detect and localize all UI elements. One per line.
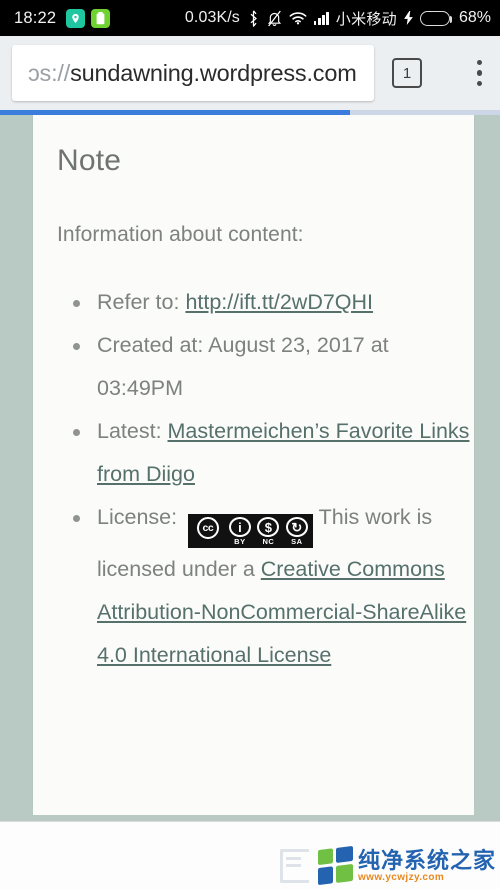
battery-icon	[419, 10, 453, 26]
list-item-license: License: cc i BY $ NC ↻ SA This work is …	[73, 496, 474, 677]
signal-bars-icon	[313, 11, 329, 25]
overflow-menu-icon[interactable]	[476, 59, 482, 87]
status-clock: 18:22	[14, 8, 57, 27]
info-list: Refer to: http://ift.tt/2wD7QHI Created …	[57, 281, 474, 677]
battery-saver-badge-icon	[91, 8, 111, 28]
bell-muted-icon	[267, 10, 282, 27]
cc-sa-icon: ↻	[285, 517, 308, 538]
watermark-ghost-icon	[279, 847, 312, 883]
cc-cell-sa: ↻ SA	[283, 516, 311, 546]
bluetooth-icon	[247, 9, 260, 27]
charging-bolt-icon	[404, 11, 413, 25]
watermark-site-name: 纯净系统之家	[357, 847, 496, 873]
cc-circle-icon: cc	[196, 517, 219, 540]
url-bar[interactable]: ɔs://sundawning.wordpress.com	[12, 45, 374, 101]
phone-screen: 18:22 0.03K/s 小米移动 68% ɔs://sundawning.w…	[0, 0, 500, 889]
license-label: License:	[97, 505, 184, 529]
note-card-foot	[33, 806, 474, 815]
status-right-icons: 0.03K/s 小米移动 68%	[185, 8, 491, 29]
cc-by-label: BY	[234, 537, 246, 547]
list-item-latest: Latest: Mastermeichen’s Favorite Links f…	[73, 410, 474, 496]
note-card: Note Information about content: Refer to…	[33, 115, 474, 821]
url-scheme: ɔs://	[28, 59, 71, 86]
refer-link[interactable]: http://ift.tt/2wD7QHI	[185, 290, 373, 314]
watermark-logo: 纯净系统之家 www.ycwjzy.com	[317, 845, 496, 886]
cc-cell-main: cc	[190, 516, 226, 546]
status-left-icons	[66, 8, 111, 28]
tab-count-label: 1	[402, 64, 412, 82]
cc-sa-label: SA	[291, 537, 303, 547]
watermark: 纯净系统之家 www.ycwjzy.com	[279, 845, 496, 886]
url-host: sundawning.wordpress.com	[70, 59, 357, 86]
cc-by-nc-sa-badge-icon[interactable]: cc i BY $ NC ↻ SA	[188, 514, 314, 549]
windows-flag-icon	[317, 845, 353, 886]
created-label: Created at: August 23, 2017 at 03:49PM	[97, 333, 389, 400]
refer-label: Refer to:	[97, 290, 186, 314]
note-content: Note Information about content: Refer to…	[33, 115, 474, 677]
intro-paragraph: Information about content:	[57, 223, 304, 246]
web-page-viewport[interactable]: Note Information about content: Refer to…	[0, 115, 500, 821]
latest-label: Latest:	[97, 419, 168, 443]
cc-nc-icon: $	[257, 517, 280, 538]
browser-toolbar: ɔs://sundawning.wordpress.com 1	[0, 36, 500, 110]
watermark-site-url: www.ycwjzy.com	[357, 871, 445, 883]
location-badge-icon	[66, 8, 86, 28]
page-bottom-edge	[0, 806, 500, 821]
battery-percent-text: 68%	[458, 9, 491, 26]
list-item-refer: Refer to: http://ift.tt/2wD7QHI	[73, 281, 474, 324]
watermark-text: 纯净系统之家 www.ycwjzy.com	[357, 847, 496, 883]
carrier-name: 小米移动	[335, 10, 397, 28]
status-bar: 18:22 0.03K/s 小米移动 68%	[0, 0, 500, 36]
page-title: Note	[57, 144, 122, 177]
network-speed-text: 0.03K/s	[184, 9, 240, 26]
cc-cell-nc: $ NC	[254, 516, 282, 546]
cc-cell-by: i BY	[226, 516, 254, 546]
wifi-icon	[289, 11, 307, 25]
tab-counter-button[interactable]: 1	[392, 58, 422, 88]
cc-by-icon: i	[228, 517, 251, 538]
url-text: ɔs://sundawning.wordpress.com	[28, 60, 357, 87]
list-item-created: Created at: August 23, 2017 at 03:49PM	[73, 324, 474, 410]
cc-nc-label: NC	[262, 537, 275, 547]
